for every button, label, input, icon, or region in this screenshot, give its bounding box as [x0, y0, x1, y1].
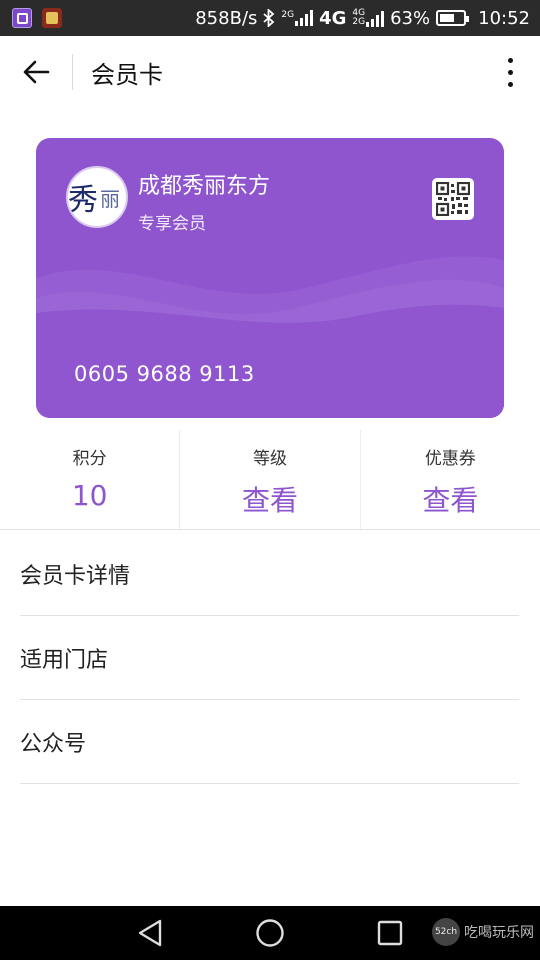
- stat-value: 查看: [241, 484, 298, 517]
- member-stats: 积分 10 等级 查看 优惠券 查看: [0, 430, 540, 530]
- triangle-back-icon: [138, 919, 162, 947]
- stat-points[interactable]: 积分 10: [0, 430, 179, 529]
- back-arrow-icon: [23, 60, 50, 84]
- battery-icon: [436, 10, 470, 26]
- more-vertical-icon: [507, 57, 513, 87]
- logo-char-2: 丽: [100, 186, 120, 211]
- menu-item-stores[interactable]: 适用门店: [20, 616, 519, 700]
- stat-value: 查看: [422, 484, 479, 517]
- network-type-2g: 2G: [281, 10, 295, 20]
- nav-back-button[interactable]: [90, 906, 210, 960]
- more-options-button[interactable]: [480, 36, 540, 108]
- status-bar: 858B/s 2G 4G 4G 2G 63% 10:52: [0, 0, 540, 36]
- watermark-logo: 52ch: [432, 918, 460, 946]
- qr-code-icon: [435, 181, 471, 217]
- merchant-logo: 秀 丽: [66, 166, 128, 228]
- signal-strength-icon: [295, 10, 314, 26]
- site-watermark: 52ch 吃喝玩乐网: [432, 918, 534, 946]
- membership-card[interactable]: 秀 丽 成都秀丽东方 专享会员 0605 9688 9113: [36, 138, 504, 418]
- bluetooth-icon: [263, 9, 275, 27]
- watermark-badge-text: 52ch: [434, 927, 458, 937]
- battery-percent: 63%: [390, 7, 431, 29]
- app-notification-icon: [42, 8, 62, 28]
- qr-code-button[interactable]: [432, 178, 474, 220]
- square-recents-icon: [377, 920, 403, 946]
- network-type-4g: 4G: [319, 7, 347, 29]
- logo-char-1: 秀: [68, 183, 98, 218]
- circle-home-icon: [256, 919, 284, 947]
- stat-label: 积分: [72, 449, 107, 469]
- merchant-name: 成都秀丽东方: [138, 174, 271, 199]
- stat-label: 等级: [252, 449, 287, 469]
- page-title: 会员卡: [91, 60, 163, 89]
- menu-item-card-details[interactable]: 会员卡详情: [20, 532, 519, 616]
- menu-item-official-account[interactable]: 公众号: [20, 700, 519, 784]
- card-number: 0605 9688 9113: [74, 362, 255, 386]
- header-divider: [72, 54, 73, 90]
- member-level: 专享会员: [138, 214, 206, 234]
- stat-level[interactable]: 等级 查看: [179, 430, 359, 529]
- network-speed: 858B/s: [195, 7, 258, 29]
- stat-label: 优惠券: [424, 449, 476, 469]
- stat-value: 10: [71, 479, 108, 512]
- system-nav-bar: 52ch 吃喝玩乐网: [0, 906, 540, 960]
- signal-strength-icon-2: [366, 11, 385, 27]
- app-header: 会员卡: [0, 36, 540, 108]
- nav-home-button[interactable]: [210, 906, 330, 960]
- network-type-2g-small: 2G: [352, 17, 366, 27]
- stat-coupons[interactable]: 优惠券 查看: [359, 430, 540, 529]
- menu-list: 会员卡详情 适用门店 公众号: [20, 532, 519, 784]
- watermark-text: 吃喝玩乐网: [464, 925, 534, 941]
- gallery-notification-icon: [12, 8, 32, 28]
- back-button[interactable]: [0, 36, 72, 108]
- clock: 10:52: [478, 7, 530, 29]
